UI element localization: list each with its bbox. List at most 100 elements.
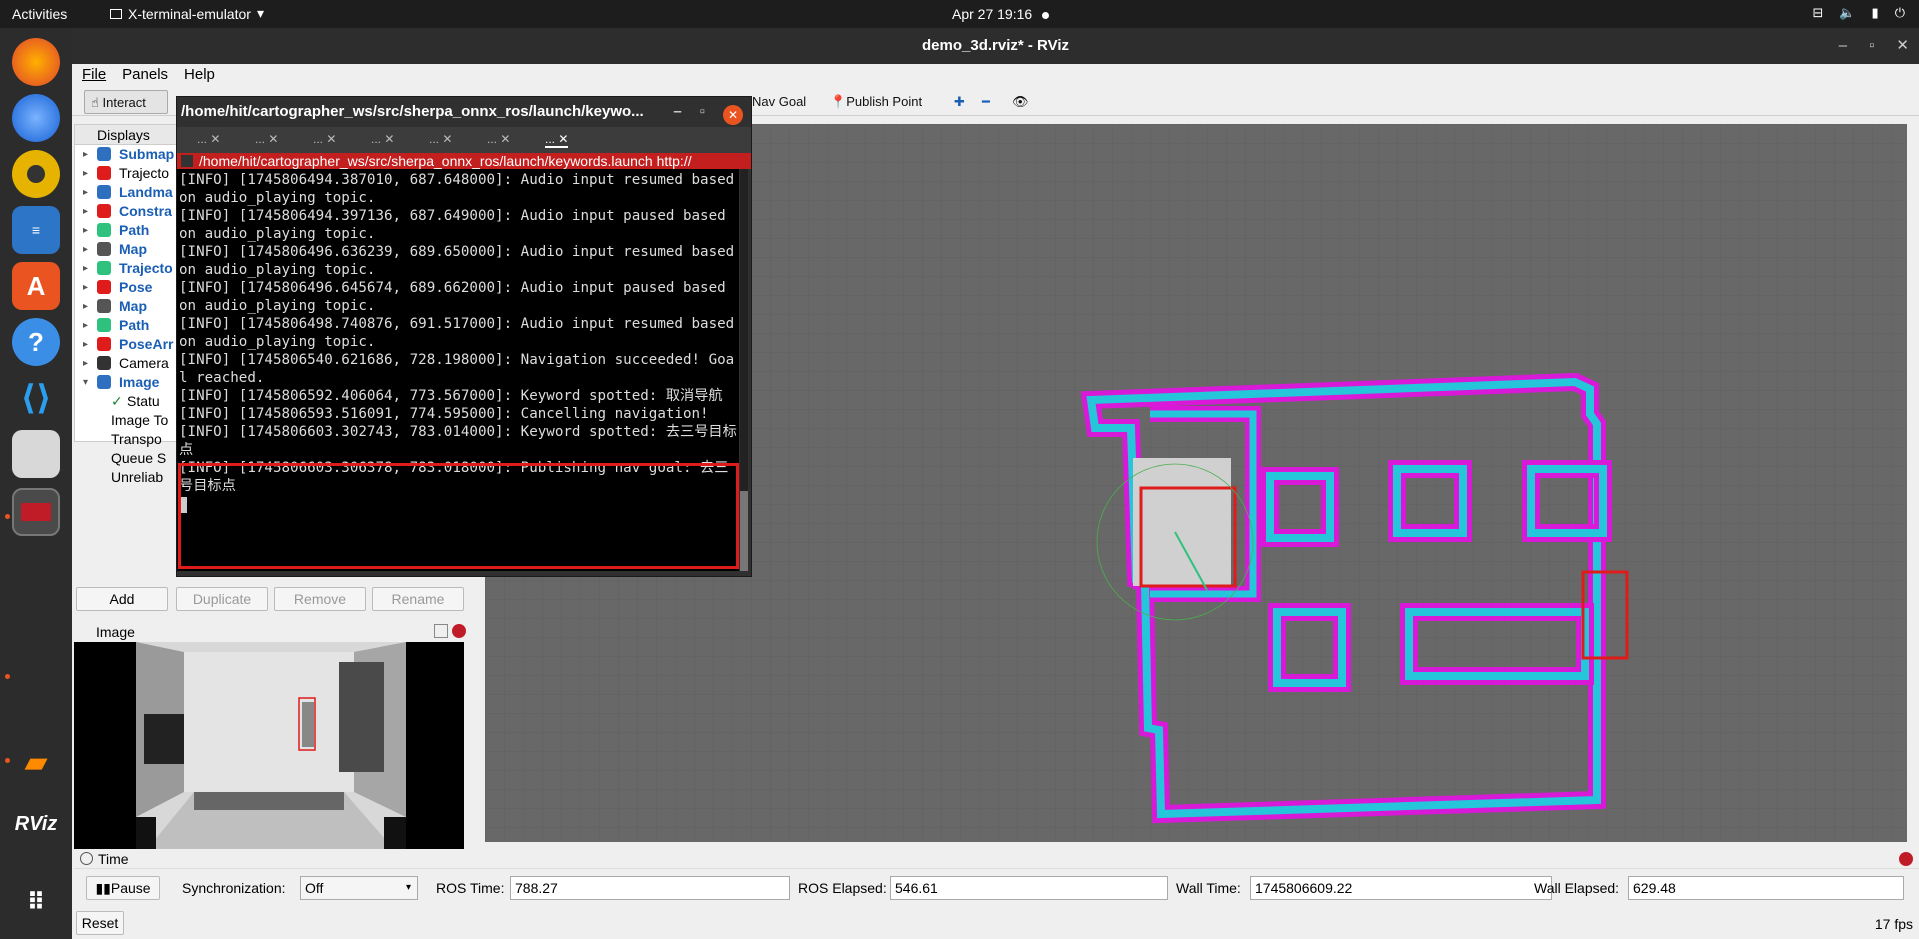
scroll-thumb[interactable] (740, 491, 748, 571)
menu-help[interactable]: Help (184, 64, 215, 86)
tab-close-icon[interactable]: ✕ (439, 132, 452, 146)
tab-close-icon[interactable]: ✕ (265, 132, 278, 146)
display-item-label: Map (119, 241, 147, 257)
terminal-line: [INFO] [1745806494.397136, 687.649000]: … (179, 208, 735, 242)
wall-time-label: Wall Time: (1176, 880, 1241, 896)
activities-button[interactable]: Activities (12, 6, 67, 22)
expand-arrow-icon[interactable]: ▸ (83, 278, 88, 297)
close-icon[interactable]: ✕ (1896, 28, 1909, 64)
terminal-tab[interactable]: ... ✕ (487, 132, 510, 146)
expand-arrow-icon[interactable]: ▸ (83, 297, 88, 316)
terminal-tab[interactable]: ... ✕ (255, 132, 278, 146)
terminal-scrollbar[interactable] (740, 169, 748, 571)
running-indicator (5, 758, 10, 763)
reset-button[interactable]: Reset (76, 911, 124, 935)
rviz-icon[interactable]: RViz (12, 800, 60, 848)
undock-icon[interactable] (434, 624, 448, 638)
app-center-icon[interactable]: A (12, 262, 60, 310)
add-button[interactable]: Add (76, 587, 168, 611)
expand-arrow-icon[interactable]: ▸ (83, 240, 88, 259)
notification-dot-icon (1042, 11, 1050, 19)
remove-button[interactable]: Remove (274, 587, 366, 611)
thunderbird-icon[interactable] (12, 94, 60, 142)
expand-arrow-icon[interactable]: ▸ (83, 202, 88, 221)
rename-button[interactable]: Rename (372, 587, 464, 611)
display-type-icon (97, 337, 111, 351)
expand-arrow-icon[interactable]: ▸ (83, 164, 88, 183)
display-type-icon (97, 204, 111, 218)
minimize-icon[interactable]: – (1839, 28, 1847, 64)
expand-arrow-icon[interactable]: ▸ (83, 335, 88, 354)
writer-icon[interactable]: ≡ (12, 206, 60, 254)
publish-point-tool[interactable]: 📍Publish Point (824, 90, 928, 114)
vscode-icon[interactable]: ⟨⟩ (12, 374, 60, 422)
interact-tool[interactable]: ☝ Interact (84, 90, 168, 114)
ros-time-field[interactable]: 788.27 (510, 876, 790, 900)
display-subitem-label: Queue S (111, 450, 167, 466)
terminal-tab[interactable]: ... ✕ (197, 132, 220, 146)
sublime-icon[interactable]: ▰ (12, 738, 60, 786)
maximize-icon[interactable]: ▫ (1869, 28, 1874, 64)
terminal-tab[interactable]: ... ✕ (313, 132, 336, 146)
app-menu[interactable]: X-terminal-emulator ▾ (110, 5, 264, 22)
wall-elapsed-field[interactable]: 629.48 (1628, 876, 1904, 900)
minimize-icon[interactable]: – (673, 97, 681, 127)
expand-arrow-icon[interactable]: ▸ (83, 221, 88, 240)
display-subitem-label: Transpo (111, 431, 162, 447)
duplicate-button[interactable]: Duplicate (176, 587, 268, 611)
terminal-tab[interactable]: ... ✕ (429, 132, 452, 146)
tab-close-icon[interactable]: ✕ (207, 132, 220, 146)
menu-file[interactable]: File (82, 64, 106, 86)
pause-button[interactable]: ▮▮Pause (86, 876, 160, 900)
ros-elapsed-field[interactable]: 546.61 (890, 876, 1168, 900)
rhythmbox-icon[interactable] (12, 150, 60, 198)
display-type-icon (97, 166, 111, 180)
files-icon[interactable] (12, 430, 60, 478)
terminal-line: [INFO] [1745806603.306378, 783.018000]: … (179, 460, 729, 494)
tab-close-icon[interactable]: ✕ (555, 132, 568, 146)
terminal-tab-label: ... (255, 132, 266, 146)
nav-goal-tool[interactable]: Nav Goal (746, 90, 812, 114)
close-panel-icon[interactable] (452, 624, 466, 638)
system-tray[interactable]: ⊟ 🔈 ▮ ⏻ (1812, 5, 1905, 21)
terminal-title-bar[interactable]: /home/hit/cartographer_ws/src/sherpa_onn… (177, 97, 751, 127)
close-panel-icon[interactable] (1899, 852, 1913, 866)
tab-close-icon[interactable]: ✕ (323, 132, 336, 146)
chevron-down-icon: ▾ (405, 882, 411, 893)
terminal-window[interactable]: /home/hit/cartographer_ws/src/sherpa_onn… (176, 96, 752, 577)
expand-arrow-icon[interactable]: ▸ (83, 183, 88, 202)
wall-time-field[interactable]: 1745806609.22 (1250, 876, 1552, 900)
rviz-title-bar[interactable]: demo_3d.rviz* - RViz – ▫ ✕ (72, 28, 1919, 64)
remove-tool-icon[interactable]: ━ (976, 90, 996, 114)
tab-close-icon[interactable]: ✕ (381, 132, 394, 146)
expand-arrow-icon[interactable]: ▾ (83, 373, 88, 392)
time-panel: Time ▮▮Pause Synchronization: Off ▾ ROS T… (74, 849, 1919, 939)
sync-select[interactable]: Off ▾ (300, 876, 418, 900)
power-icon: ⏻ (1894, 5, 1905, 20)
time-panel-title: Time (98, 851, 129, 867)
rviz-dock-label: RViz (14, 812, 58, 835)
terminal-output[interactable]: [INFO] [1745806494.387010, 687.648000]: … (177, 169, 739, 571)
expand-arrow-icon[interactable]: ▸ (83, 316, 88, 335)
display-type-icon (97, 147, 111, 161)
clock[interactable]: Apr 27 19:16 (952, 6, 1050, 22)
add-tool-icon[interactable]: ✚ (948, 90, 971, 114)
expand-arrow-icon[interactable]: ▸ (83, 259, 88, 278)
expand-arrow-icon[interactable]: ▸ (83, 354, 88, 373)
terminal-icon[interactable] (12, 488, 60, 536)
tab-close-icon[interactable]: ✕ (497, 132, 510, 146)
firefox-icon[interactable] (12, 38, 60, 86)
view-tool-icon[interactable]: 👁 (1006, 90, 1035, 114)
maximize-icon[interactable]: ▫ (700, 97, 705, 127)
apps-grid-icon[interactable]: ⠿ (12, 878, 60, 926)
image-panel: Image (74, 622, 474, 872)
display-item-label: Submap (119, 146, 175, 162)
menu-panels[interactable]: Panels (122, 64, 168, 86)
image-panel-header: Image (74, 622, 474, 642)
terminal-tab[interactable]: ... ✕ (545, 132, 569, 148)
terminal-tabs: ... ✕... ✕... ✕... ✕... ✕... ✕... ✕ (177, 127, 751, 153)
terminal-tab[interactable]: ... ✕ (371, 132, 394, 146)
help-icon[interactable]: ? (12, 318, 60, 366)
expand-arrow-icon[interactable]: ▸ (83, 145, 88, 164)
close-icon[interactable]: ✕ (723, 104, 743, 125)
